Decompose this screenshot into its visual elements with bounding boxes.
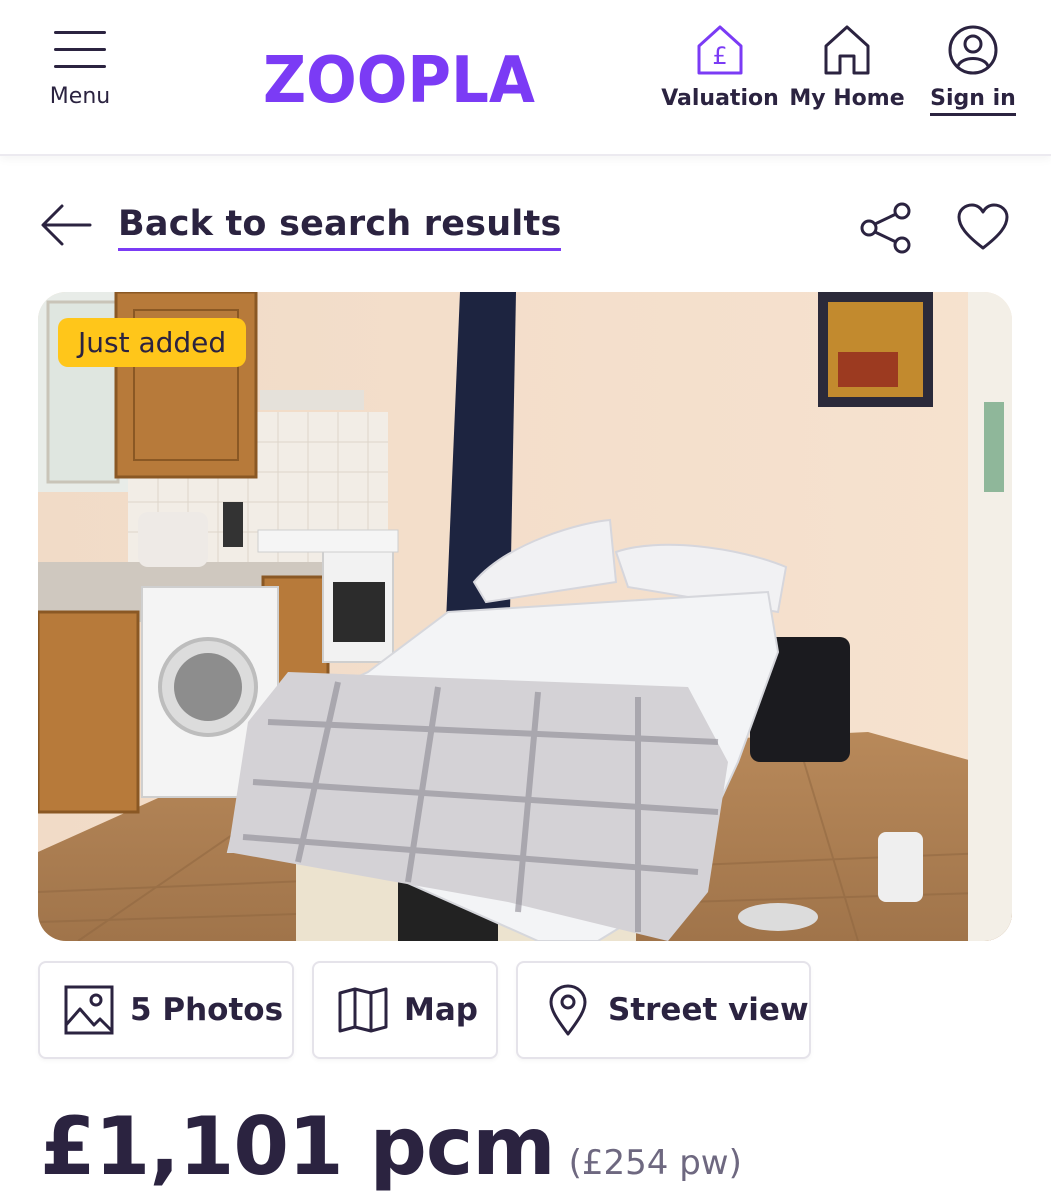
user-icon (948, 25, 998, 75)
map-label: Map (404, 992, 478, 1028)
photos-button[interactable]: 5 Photos (38, 961, 294, 1059)
share-icon[interactable] (858, 200, 914, 256)
image-icon (64, 985, 114, 1035)
zoopla-logo[interactable]: ZOOPLA (263, 40, 535, 110)
price-row: £1,101 pcm (£254 pw) (40, 1100, 742, 1200)
heart-icon[interactable] (956, 202, 1010, 252)
price-weekly: (£254 pw) (568, 1143, 742, 1183)
menu-button[interactable]: Menu (40, 28, 120, 118)
site-header: Menu ZOOPLA £ Valuation My Home Sign in (0, 0, 1051, 156)
price-monthly: £1,101 pcm (40, 1100, 556, 1193)
menu-label: Menu (49, 84, 111, 109)
street-view-label: Street view (608, 992, 809, 1028)
just-added-badge: Just added (58, 318, 247, 367)
map-icon (338, 987, 388, 1033)
arrow-left-icon[interactable] (40, 202, 92, 248)
photos-label: 5 Photos (130, 992, 284, 1028)
menu-icon (54, 28, 106, 70)
location-pin-icon (549, 984, 587, 1036)
sign-in-link[interactable]: Sign in (930, 24, 1016, 116)
map-button[interactable]: Map (312, 961, 498, 1059)
sign-in-label: Sign in (930, 86, 1016, 116)
my-home-label: My Home (789, 86, 905, 111)
svg-text:£: £ (712, 42, 727, 70)
home-icon (824, 25, 870, 75)
my-home-link[interactable]: My Home (788, 24, 906, 111)
logo-text: ZOOPLA (263, 44, 535, 110)
valuation-link[interactable]: £ Valuation (658, 24, 782, 111)
listing-photo[interactable] (38, 292, 1012, 941)
street-view-button[interactable]: Street view (516, 961, 811, 1059)
valuation-house-pound-icon: £ (697, 25, 743, 75)
back-to-search-results-link[interactable]: Back to search results (118, 204, 562, 251)
valuation-label: Valuation (661, 86, 779, 111)
back-row: Back to search results (40, 196, 1012, 260)
bedsit-room-illustration (38, 292, 1012, 941)
